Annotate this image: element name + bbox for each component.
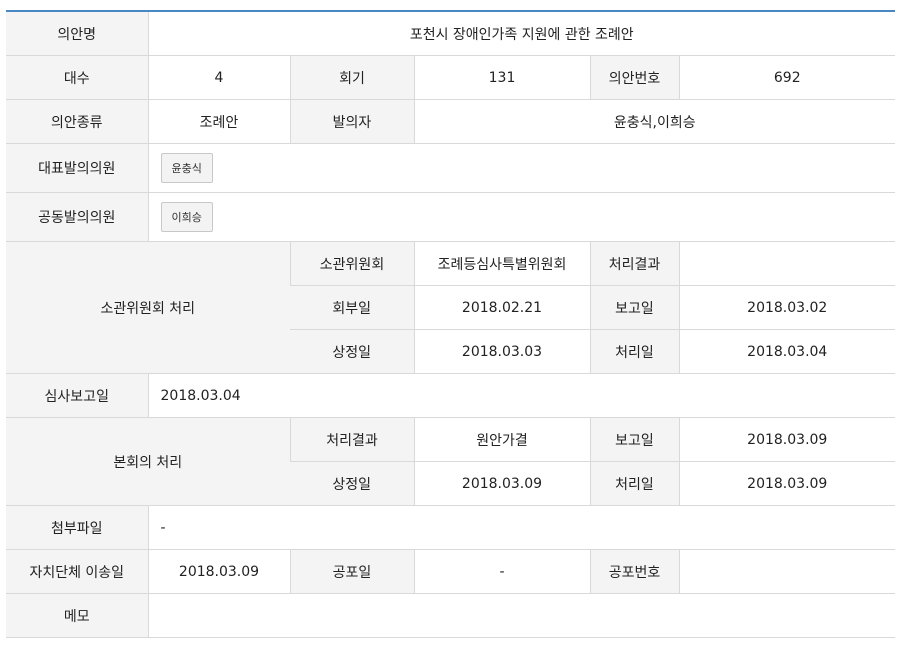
row-plenary-result: 본회의 처리 처리결과 원안가결 보고일 2018.03.09 (6, 417, 896, 506)
label-lead-member: 대표발의의원 (6, 143, 148, 193)
value-bill-no: 692 (678, 55, 896, 100)
label-committee-proc: 소관위원회 처리 (6, 241, 290, 374)
row-committee: 소관위원회 처리 소관위원회 조례등심사특별위원회 처리결과 (6, 241, 896, 374)
value-daesu: 4 (147, 55, 290, 100)
value-co-member: 이희승 (147, 192, 896, 242)
bill-detail-table: 의안명 포천시 장애인가족 지원에 관한 조례안 대수 4 회기 131 의안번… (6, 10, 896, 638)
value-review-report-date: 2018.03.04 (147, 373, 896, 418)
value-plenary-result: 원안가결 (413, 417, 590, 462)
value-referral-date: 2018.02.21 (413, 285, 590, 330)
value-committee-submit-date: 2018.03.03 (413, 329, 590, 374)
label-bill-no: 의안번호 (589, 55, 679, 100)
label-attachment: 첨부파일 (6, 505, 148, 550)
label-transfer-date: 자치단체 이송일 (6, 549, 148, 594)
label-plenary-proc: 본회의 처리 (6, 417, 290, 506)
row-co-member: 공동발의의원 이희승 (6, 192, 896, 242)
label-title: 의안명 (6, 11, 148, 56)
label-committee: 소관위원회 (289, 241, 414, 286)
label-review-report-date: 심사보고일 (6, 373, 148, 418)
label-committee-submit-date: 상정일 (290, 329, 414, 374)
row-session: 대수 4 회기 131 의안번호 692 (6, 55, 896, 100)
value-promulgation-no (678, 549, 896, 594)
value-committee: 조례등심사특별위원회 (413, 241, 590, 286)
row-memo: 메모 (6, 593, 896, 638)
value-transfer-date: 2018.03.09 (147, 549, 290, 594)
label-plenary-result: 처리결과 (289, 417, 414, 462)
value-plenary-submit-date: 2018.03.09 (413, 461, 590, 506)
label-promulgation-date: 공포일 (289, 549, 414, 594)
label-committee-result: 처리결과 (589, 241, 679, 286)
value-kind: 조례안 (147, 99, 290, 144)
value-hoegi: 131 (413, 55, 590, 100)
label-promulgation-no: 공포번호 (589, 549, 679, 594)
label-committee-report-date: 보고일 (589, 285, 679, 330)
value-committee-report-date: 2018.03.02 (678, 285, 896, 330)
co-member-button[interactable]: 이희승 (160, 202, 213, 232)
label-referral-date: 회부일 (290, 285, 414, 330)
label-kind: 의안종류 (6, 99, 148, 144)
row-transfer: 자치단체 이송일 2018.03.09 공포일 - 공포번호 (6, 549, 896, 594)
row-kind: 의안종류 조례안 발의자 윤충식,이희승 (6, 99, 896, 144)
label-co-member: 공동발의의원 (6, 192, 148, 242)
label-plenary-report-date: 보고일 (589, 417, 679, 462)
value-committee-result (678, 241, 896, 286)
label-memo: 메모 (6, 593, 148, 638)
value-proposer: 윤충식,이희승 (413, 99, 896, 144)
bill-detail: 의안명 포천시 장애인가족 지원에 관한 조례안 대수 4 회기 131 의안번… (6, 10, 896, 638)
lead-member-button[interactable]: 윤충식 (160, 153, 213, 183)
label-daesu: 대수 (6, 55, 148, 100)
row-attachment: 첨부파일 - (6, 505, 896, 550)
label-plenary-proc-date: 처리일 (589, 461, 679, 506)
value-lead-member: 윤충식 (147, 143, 896, 193)
label-committee-proc-date: 처리일 (589, 329, 679, 374)
label-hoegi: 회기 (289, 55, 414, 100)
value-promulgation-date: - (413, 549, 590, 594)
value-title: 포천시 장애인가족 지원에 관한 조례안 (147, 11, 896, 56)
value-plenary-proc-date: 2018.03.09 (678, 461, 896, 506)
value-committee-proc-date: 2018.03.04 (678, 329, 896, 374)
label-plenary-submit-date: 상정일 (290, 461, 414, 506)
row-title: 의안명 포천시 장애인가족 지원에 관한 조례안 (6, 11, 896, 56)
value-attachment: - (147, 505, 896, 550)
value-memo (147, 593, 896, 638)
row-review-report: 심사보고일 2018.03.04 (6, 373, 896, 418)
value-plenary-report-date: 2018.03.09 (678, 417, 896, 462)
label-proposer: 발의자 (289, 99, 414, 144)
row-lead-member: 대표발의의원 윤충식 (6, 143, 896, 193)
